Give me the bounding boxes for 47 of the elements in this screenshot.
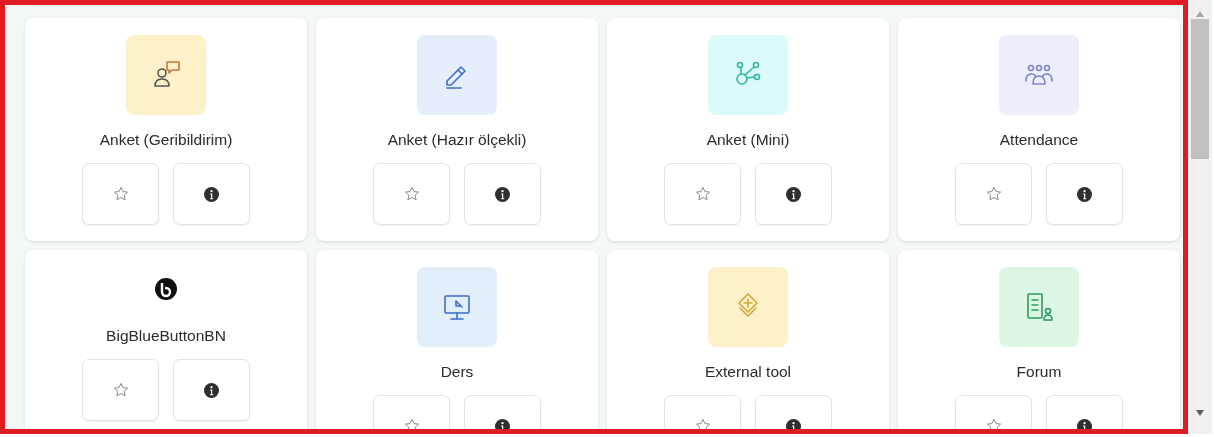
module-name: Ders xyxy=(440,362,474,382)
module-name: Attendance xyxy=(999,130,1079,150)
info-button[interactable] xyxy=(1046,163,1123,225)
module-card[interactable]: BigBlueButtonBN xyxy=(25,250,307,429)
star-icon xyxy=(985,418,1002,429)
module-name: Anket (Mini) xyxy=(706,130,790,150)
star-icon xyxy=(985,186,1002,202)
scrollbar[interactable] xyxy=(1188,0,1212,434)
info-button[interactable] xyxy=(464,163,541,225)
info-icon xyxy=(786,418,801,429)
scroll-down-icon[interactable] xyxy=(1196,410,1204,416)
module-name: Anket (Hazır ölçekli) xyxy=(387,130,527,150)
info-icon xyxy=(1077,418,1092,429)
info-button[interactable] xyxy=(173,359,250,421)
info-icon xyxy=(495,418,510,429)
module-card[interactable]: External tool xyxy=(607,250,889,429)
info-icon xyxy=(1077,186,1092,202)
info-icon xyxy=(204,382,219,398)
module-name: External tool xyxy=(704,362,792,382)
module-name: BigBlueButtonBN xyxy=(106,326,226,346)
b-logo-icon xyxy=(155,278,177,300)
module-name: Forum xyxy=(1016,362,1062,382)
module-name: Anket (Geribildirim) xyxy=(99,130,233,150)
module-card[interactable]: Attendance xyxy=(898,18,1180,241)
scrollbar-thumb[interactable] xyxy=(1191,19,1209,159)
star-button[interactable] xyxy=(82,359,159,421)
star-icon xyxy=(112,186,129,202)
star-icon xyxy=(403,186,420,202)
module-card[interactable]: Ders xyxy=(316,250,598,429)
star-icon xyxy=(694,186,711,202)
star-button[interactable] xyxy=(82,163,159,225)
info-icon xyxy=(495,186,510,202)
star-icon xyxy=(694,418,711,429)
star-icon xyxy=(403,418,420,429)
module-card[interactable]: Anket (Mini) xyxy=(607,18,889,241)
module-card[interactable]: Forum xyxy=(898,250,1180,429)
star-button[interactable] xyxy=(664,163,741,225)
info-button[interactable] xyxy=(173,163,250,225)
info-icon xyxy=(204,186,219,202)
info-button[interactable] xyxy=(755,163,832,225)
scroll-up-icon[interactable] xyxy=(1196,11,1204,17)
info-icon xyxy=(786,186,801,202)
star-icon xyxy=(112,382,129,398)
star-button[interactable] xyxy=(373,163,450,225)
star-button[interactable] xyxy=(955,163,1032,225)
module-card[interactable]: Anket (Hazır ölçekli) xyxy=(316,18,598,241)
module-card[interactable]: Anket (Geribildirim) xyxy=(25,18,307,241)
